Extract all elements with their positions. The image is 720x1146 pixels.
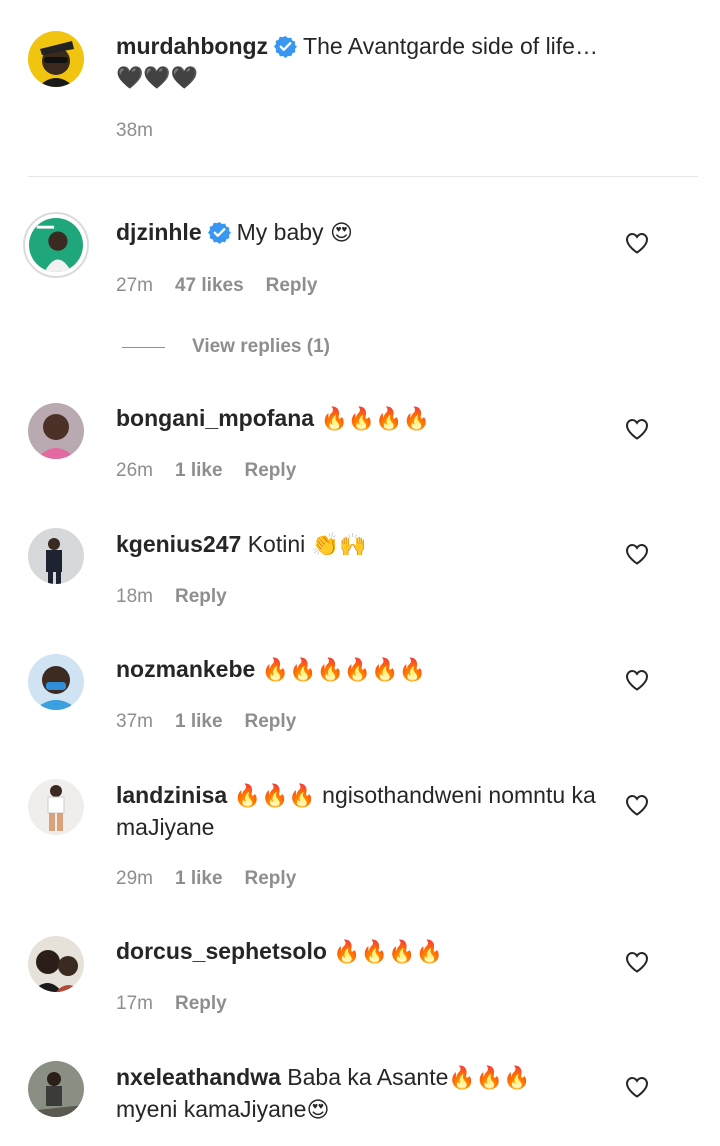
comment-text: djzinhle My baby 😍 xyxy=(116,217,606,249)
comment-meta: 37m 1 like Reply xyxy=(116,711,296,733)
heart-outline-icon[interactable] xyxy=(625,232,649,254)
comment-emoji: 👏🙌 xyxy=(311,533,367,558)
caption-meta: 38m xyxy=(116,120,153,142)
avatar-murdahbongz[interactable] xyxy=(28,31,84,87)
comment-text: bongani_mpofana 🔥🔥🔥🔥 xyxy=(116,403,606,435)
timestamp: 26m xyxy=(116,460,153,481)
avatar-kgenius247[interactable] xyxy=(28,528,84,584)
comment-message: My baby xyxy=(236,219,324,245)
avatar-image xyxy=(28,403,84,459)
reply-button[interactable]: Reply xyxy=(245,711,297,733)
comment-message-line2: myeni kamaJiyane xyxy=(116,1096,307,1122)
avatar-bongani-mpofana[interactable] xyxy=(28,403,84,459)
comment-emoji: 🔥🔥🔥 xyxy=(233,784,316,809)
avatar-image xyxy=(28,654,84,710)
heart-outline-icon[interactable] xyxy=(625,418,649,440)
username[interactable]: djzinhle xyxy=(116,219,202,245)
reply-button[interactable]: Reply xyxy=(175,993,227,1015)
verified-badge-icon xyxy=(274,35,298,58)
avatar-nozmankebe[interactable] xyxy=(28,654,84,710)
reply-button[interactable]: Reply xyxy=(175,586,227,608)
comment-emoji: 🔥🔥🔥🔥🔥🔥 xyxy=(261,658,427,683)
username[interactable]: landzinisa xyxy=(116,782,227,808)
comment-message: Baba ka Asante xyxy=(287,1064,449,1090)
username[interactable]: nozmankebe xyxy=(116,656,255,682)
avatar-image xyxy=(28,779,84,835)
comment-meta: 18m Reply xyxy=(116,586,227,608)
timestamp: 37m xyxy=(116,711,153,732)
caption-message: The Avantgarde side of life… xyxy=(303,33,598,59)
heart-outline-icon[interactable] xyxy=(625,794,649,816)
comment-text: nxeleathandwa Baba ka Asante🔥🔥🔥 myeni ka… xyxy=(116,1062,606,1126)
avatar-image xyxy=(28,528,84,584)
comment-emoji: 🔥🔥🔥🔥 xyxy=(320,407,431,432)
timestamp: 38m xyxy=(116,120,153,141)
comment-emoji: 🔥🔥🔥🔥 xyxy=(333,940,443,965)
comment-meta: 17m Reply xyxy=(116,993,227,1015)
avatar-image xyxy=(28,936,84,992)
comment-meta: 27m 47 likes Reply xyxy=(116,275,317,297)
divider-line xyxy=(122,346,165,348)
avatar-image xyxy=(28,1061,84,1117)
username[interactable]: dorcus_sephetsolo xyxy=(116,938,327,964)
caption-text: murdahbongz The Avantgarde side of life… … xyxy=(116,31,606,94)
view-replies-label: View replies (1) xyxy=(192,336,330,357)
timestamp: 29m xyxy=(116,868,153,889)
verified-badge-icon xyxy=(207,221,231,244)
comment-emoji: 😍 xyxy=(329,221,353,246)
likes-count[interactable]: 1 like xyxy=(175,868,223,890)
likes-count[interactable]: 47 likes xyxy=(175,275,244,297)
divider xyxy=(28,176,698,177)
heart-outline-icon[interactable] xyxy=(625,669,649,691)
username[interactable]: kgenius247 xyxy=(116,531,241,557)
comment-text: dorcus_sephetsolo 🔥🔥🔥🔥 xyxy=(116,936,606,968)
reply-button[interactable]: Reply xyxy=(245,868,297,890)
avatar-image xyxy=(28,31,84,87)
likes-count[interactable]: 1 like xyxy=(175,711,223,733)
timestamp: 27m xyxy=(116,275,153,296)
caption-emojis: 🖤🖤🖤 xyxy=(116,66,199,91)
reply-button[interactable]: Reply xyxy=(266,275,318,297)
reply-button[interactable]: Reply xyxy=(245,460,297,482)
username[interactable]: bongani_mpofana xyxy=(116,405,314,431)
avatar-djzinhle[interactable] xyxy=(23,212,89,278)
avatar-dorcus-sephetsolo[interactable] xyxy=(28,936,84,992)
comment-meta: 26m 1 like Reply xyxy=(116,460,296,482)
avatar-nxeleathandwa[interactable] xyxy=(28,1061,84,1117)
likes-count[interactable]: 1 like xyxy=(175,460,223,482)
timestamp: 17m xyxy=(116,993,153,1014)
comment-text: kgenius247 Kotini 👏🙌 xyxy=(116,529,606,561)
comment-emoji: 🔥🔥🔥 xyxy=(448,1066,531,1091)
comment-emoji-2: 😍 xyxy=(306,1098,330,1123)
comment-meta: 29m 1 like Reply xyxy=(116,868,296,890)
avatar-landzinisa[interactable] xyxy=(28,779,84,835)
comment-text: nozmankebe 🔥🔥🔥🔥🔥🔥 xyxy=(116,654,606,686)
heart-outline-icon[interactable] xyxy=(625,543,649,565)
username[interactable]: murdahbongz xyxy=(116,33,268,59)
view-replies-button[interactable]: View replies (1) xyxy=(122,336,330,358)
comment-text: landzinisa 🔥🔥🔥 ngisothandweni nomntu ka … xyxy=(116,780,606,843)
heart-outline-icon[interactable] xyxy=(625,1076,649,1098)
username[interactable]: nxeleathandwa xyxy=(116,1064,281,1090)
avatar-image xyxy=(29,218,83,272)
heart-outline-icon[interactable] xyxy=(625,951,649,973)
timestamp: 18m xyxy=(116,586,153,607)
comment-message: Kotini xyxy=(247,531,306,557)
